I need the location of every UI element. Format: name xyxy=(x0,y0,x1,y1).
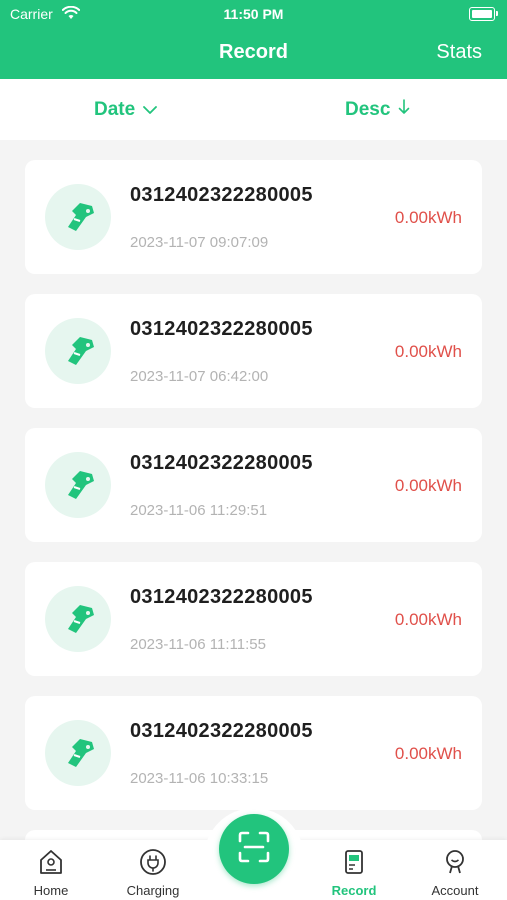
record-list: 0312402322280005 2023-11-07 09:07:09 0.0… xyxy=(25,160,482,890)
record-energy: 0.00kWh xyxy=(394,208,462,227)
record-timestamp: 2023-11-07 09:07:09 xyxy=(130,234,269,251)
record-icon xyxy=(340,850,368,880)
record-card[interactable]: 0312402322280005 2023-11-06 11:29:51 0.0… xyxy=(25,428,482,542)
record-code: 0312402322280005 xyxy=(130,184,313,206)
record-card[interactable]: 0312402322280005 2023-11-06 11:11:55 0.0… xyxy=(25,562,482,676)
sort-order-label: Desc xyxy=(345,99,391,120)
home-icon xyxy=(37,850,65,880)
record-energy: 0.00kWh xyxy=(394,342,462,361)
page-title: Record xyxy=(219,41,288,63)
charging-gun-icon xyxy=(45,452,111,518)
record-energy: 0.00kWh xyxy=(394,476,462,495)
header: Carrier 11:50 PM Record Stats xyxy=(0,0,507,79)
tab-charging-label: Charging xyxy=(126,883,180,898)
sort-order-toggle[interactable]: Desc xyxy=(345,99,410,121)
record-energy: 0.00kWh xyxy=(394,744,462,763)
charging-gun-icon xyxy=(45,720,111,786)
tab-account[interactable]: Account xyxy=(410,848,500,898)
arrow-down-icon xyxy=(398,99,410,121)
date-filter-label: Date xyxy=(94,99,136,120)
record-code: 0312402322280005 xyxy=(130,720,313,742)
chevron-down-icon xyxy=(143,99,158,121)
status-time: 11:50 PM xyxy=(223,6,284,22)
tab-home-label: Home xyxy=(33,883,69,898)
record-timestamp: 2023-11-06 11:11:55 xyxy=(130,636,266,653)
plug-icon xyxy=(139,849,167,880)
date-filter[interactable]: Date xyxy=(94,99,158,121)
tab-charging[interactable]: Charging xyxy=(108,848,198,898)
tab-record[interactable]: Record xyxy=(309,848,399,898)
record-card[interactable]: 0312402322280005 2023-11-06 10:33:15 0.0… xyxy=(25,696,482,810)
record-energy: 0.00kWh xyxy=(394,610,462,629)
tab-record-label: Record xyxy=(331,883,377,898)
stats-button[interactable]: Stats xyxy=(436,41,482,64)
status-bar: Carrier 11:50 PM xyxy=(0,0,507,28)
charging-gun-icon xyxy=(45,586,111,652)
record-card[interactable]: 0312402322280005 2023-11-07 09:07:09 0.0… xyxy=(25,160,482,274)
record-timestamp: 2023-11-07 06:42:00 xyxy=(130,368,269,385)
record-code: 0312402322280005 xyxy=(130,452,313,474)
filter-bar: Date Desc xyxy=(0,79,507,140)
record-timestamp: 2023-11-06 10:33:15 xyxy=(130,770,269,787)
scan-icon xyxy=(236,829,272,870)
record-timestamp: 2023-11-06 11:29:51 xyxy=(130,502,268,519)
record-code: 0312402322280005 xyxy=(130,318,313,340)
tab-account-label: Account xyxy=(431,883,479,898)
scan-button[interactable] xyxy=(219,814,289,884)
record-card[interactable]: 0312402322280005 2023-11-07 06:42:00 0.0… xyxy=(25,294,482,408)
tab-home[interactable]: Home xyxy=(6,848,96,898)
record-code: 0312402322280005 xyxy=(130,586,313,608)
account-icon xyxy=(441,850,469,880)
charging-gun-icon xyxy=(45,318,111,384)
charging-gun-icon xyxy=(45,184,111,250)
battery-icon xyxy=(469,7,498,21)
